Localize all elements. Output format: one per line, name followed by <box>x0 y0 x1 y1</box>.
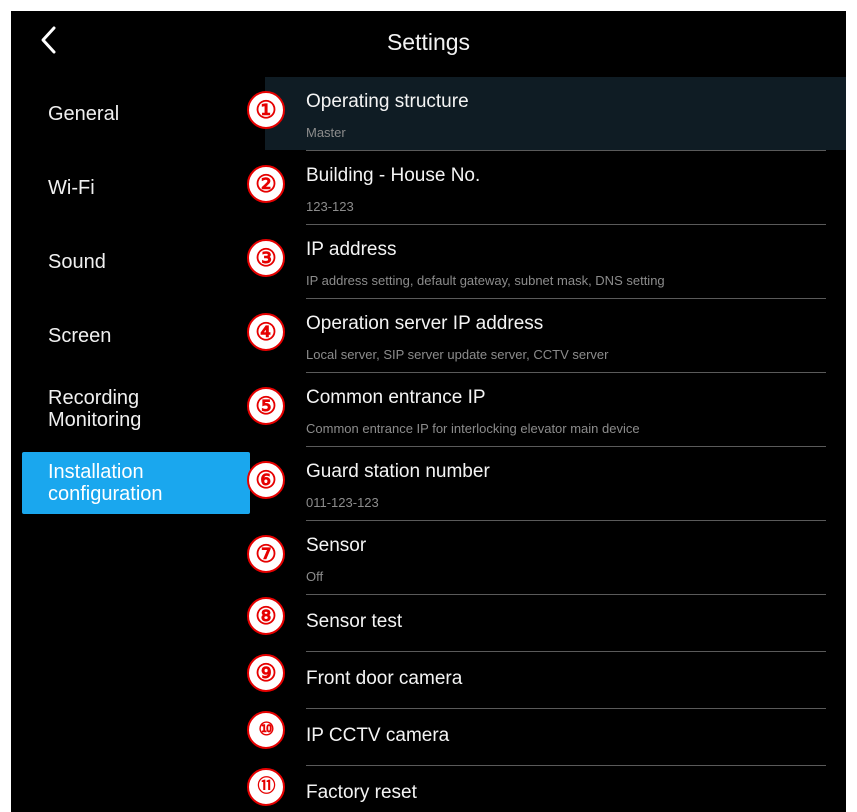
marker-badge: ④ <box>247 313 285 351</box>
setting-value: Master <box>306 125 346 140</box>
selected-row-highlight <box>265 77 846 150</box>
setting-label: IP CCTV camera <box>306 725 450 746</box>
setting-front-door-camera[interactable]: ⑨ Front door camera <box>247 652 846 709</box>
sidebar-item-recording-monitoring[interactable]: Recording Monitoring <box>22 387 250 431</box>
setting-common-entrance-ip[interactable]: ⑤ Common entrance IP Common entrance IP … <box>247 373 846 447</box>
marker-badge: ① <box>247 91 285 129</box>
setting-label: Common entrance IP <box>306 387 486 408</box>
setting-label: Guard station number <box>306 461 490 482</box>
sidebar-item-label: Screen <box>48 325 112 347</box>
setting-operating-structure[interactable]: ① Operating structure Master <box>247 77 846 151</box>
setting-label: Operation server IP address <box>306 313 544 334</box>
sidebar-item-general[interactable]: General <box>22 103 250 125</box>
sidebar-item-installation-configuration[interactable]: Installation configuration <box>22 452 250 514</box>
setting-label: Operating structure <box>306 91 469 112</box>
marker-badge: ⑥ <box>247 461 285 499</box>
setting-label: Building - House No. <box>306 165 481 186</box>
sidebar-item-label-line1: Installation <box>48 461 144 483</box>
setting-ip-cctv-camera[interactable]: ⑩ IP CCTV camera <box>247 709 846 766</box>
setting-label: IP address <box>306 239 397 260</box>
sidebar-item-screen[interactable]: Screen <box>22 325 250 347</box>
sidebar-item-label-line1: Recording <box>48 387 140 409</box>
sidebar-item-label-line2: Monitoring <box>48 409 142 431</box>
marker-badge: ⑨ <box>247 654 285 692</box>
setting-operation-server-ip[interactable]: ④ Operation server IP address Local serv… <box>247 299 846 373</box>
settings-screen: Settings General Wi-Fi Sound Screen Reco… <box>11 11 846 812</box>
setting-sensor[interactable]: ⑦ Sensor Off <box>247 521 846 595</box>
header: Settings <box>11 11 846 73</box>
setting-value: Local server, SIP server update server, … <box>306 347 609 362</box>
marker-badge: ⑩ <box>247 711 285 749</box>
setting-value: Off <box>306 569 324 584</box>
sidebar-item-label: General <box>48 103 120 125</box>
setting-label: Factory reset <box>306 782 417 803</box>
page-title: Settings <box>386 29 471 55</box>
setting-sensor-test[interactable]: ⑧ Sensor test <box>247 595 846 652</box>
sidebar-item-label: Wi-Fi <box>48 177 95 199</box>
marker-badge: ⑧ <box>247 597 285 635</box>
marker-badge: ⑤ <box>247 387 285 425</box>
setting-value: 123-123 <box>306 199 354 214</box>
setting-factory-reset[interactable]: ⑪ Factory reset <box>247 766 846 812</box>
sidebar-item-label-line2: configuration <box>48 483 163 505</box>
setting-value: 011-123-123 <box>306 495 379 510</box>
marker-badge: ② <box>247 165 285 203</box>
setting-label: Sensor test <box>306 611 403 632</box>
setting-ip-address[interactable]: ③ IP address IP address setting, default… <box>247 225 846 299</box>
setting-value: Common entrance IP for interlocking elev… <box>306 421 640 436</box>
setting-building-house-no[interactable]: ② Building - House No. 123-123 <box>247 151 846 225</box>
setting-label: Sensor <box>306 535 367 556</box>
sidebar-item-wifi[interactable]: Wi-Fi <box>22 177 250 199</box>
marker-badge: ⑪ <box>247 768 285 806</box>
sidebar-item-sound[interactable]: Sound <box>22 251 250 273</box>
setting-value: IP address setting, default gateway, sub… <box>306 273 665 288</box>
marker-badge: ⑦ <box>247 535 285 573</box>
marker-badge: ③ <box>247 239 285 277</box>
setting-label: Front door camera <box>306 668 463 689</box>
setting-guard-station-number[interactable]: ⑥ Guard station number 011-123-123 <box>247 447 846 521</box>
sidebar-item-label: Sound <box>48 251 106 273</box>
